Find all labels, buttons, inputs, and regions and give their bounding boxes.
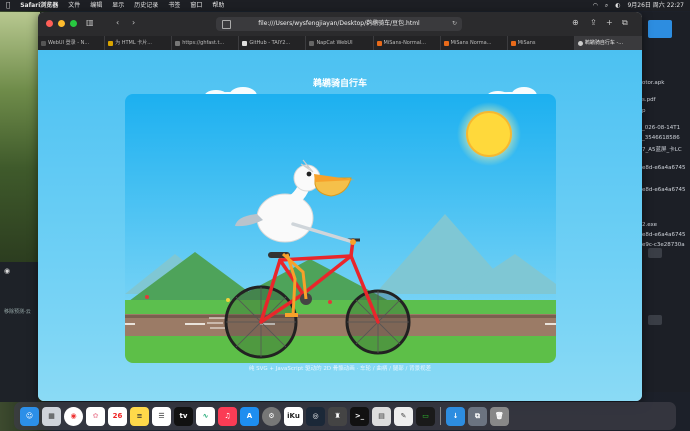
reminders-icon[interactable]: ☰ xyxy=(152,406,171,426)
finder-file-list: otor.apk s.pdf p _026-08-14T1 _354661858… xyxy=(642,12,690,392)
file-item[interactable]: otor.apk xyxy=(642,80,664,86)
menu-bookmarks[interactable]: 书签 xyxy=(168,0,180,11)
chrome-icon[interactable]: ◉ xyxy=(64,406,83,426)
file-item[interactable]: _3546618586 xyxy=(642,135,680,141)
pelican-bike-scene xyxy=(125,94,556,363)
zoom-button[interactable] xyxy=(70,20,77,27)
sun-icon xyxy=(466,111,512,157)
control-center-icon[interactable]: ◐ xyxy=(615,0,620,11)
trash-icon[interactable] xyxy=(648,315,662,325)
file-item[interactable]: e8d-e6a4a6745 xyxy=(642,232,685,238)
app-store-icon[interactable]: A xyxy=(240,406,259,426)
settings-icon[interactable]: ⚙ xyxy=(262,406,281,426)
disk-utility-icon[interactable]: ▤ xyxy=(372,406,391,426)
file-item[interactable]: e8d-e6a4a6745 xyxy=(642,187,685,193)
menu-edit[interactable]: 编辑 xyxy=(90,0,102,11)
tab-overview-icon[interactable]: ⧉ xyxy=(622,17,628,29)
wifi-icon[interactable]: ◠ xyxy=(593,0,598,11)
reload-icon[interactable]: ↻ xyxy=(452,17,457,31)
finder-icon[interactable]: ☺ xyxy=(20,406,39,426)
tab[interactable]: WebUI 登录 - N... xyxy=(38,36,106,50)
script-editor-icon[interactable]: ✎ xyxy=(394,406,413,426)
freeform-icon[interactable]: ∿ xyxy=(196,406,215,426)
file-item[interactable]: 2.exe xyxy=(642,222,657,228)
folder-icon[interactable] xyxy=(648,20,672,38)
menu-history[interactable]: 历史记录 xyxy=(134,0,158,11)
steam-icon[interactable]: ◎ xyxy=(306,406,325,426)
tab[interactable]: https://ghfast.t... xyxy=(172,36,240,50)
tab-bar: WebUI 登录 - N... 为 HTML 卡片... https://ghf… xyxy=(38,36,642,50)
tab[interactable]: MiSans xyxy=(508,36,575,50)
notes-icon[interactable]: ≡ xyxy=(130,406,149,426)
iku-icon[interactable]: iKu xyxy=(284,406,303,426)
sidebar-icon[interactable]: ▥ xyxy=(86,17,94,29)
page-caption: 纯 SVG + JavaScript 驱动的 2D 骨骼动画 · 车轮 / 曲柄… xyxy=(248,366,432,372)
menu-help[interactable]: 帮助 xyxy=(212,0,224,11)
page-content: 鹈鹕骑自行车 纯 SVG + JavaScript 驱动的 2D 骨骼动画 · … xyxy=(38,50,642,401)
calendar-icon[interactable]: 26 xyxy=(108,406,127,426)
url-text: file:///Users/wysfengjiayan/Desktop/鹈鹕骑车… xyxy=(258,20,420,27)
terminal-icon[interactable]: >_ xyxy=(350,406,369,426)
tab[interactable]: MiSans-Normal... xyxy=(374,36,441,50)
file-item[interactable]: _026-08-14T1 xyxy=(642,125,680,131)
launchpad-icon[interactable]: ▦ xyxy=(42,406,61,426)
background-app-panel: ◉ 移除预测-云 xyxy=(0,262,38,402)
browser-toolbar: ▥ ‹ › file:///Users/wysfengjiayan/Deskto… xyxy=(38,12,642,36)
tab[interactable]: 为 HTML 卡片... xyxy=(105,36,173,50)
wing-tip xyxy=(350,239,356,245)
minimize-button[interactable] xyxy=(58,20,65,27)
forward-icon[interactable]: › xyxy=(132,17,135,29)
menu-file[interactable]: 文件 xyxy=(68,0,80,11)
search-icon[interactable]: ⌕ xyxy=(605,0,608,11)
download-icon[interactable]: ⊕ xyxy=(572,17,579,29)
apple-tv-icon[interactable]: tv xyxy=(174,406,193,426)
music-icon[interactable]: ♫ xyxy=(218,406,237,426)
foot xyxy=(285,313,298,317)
pelican-body xyxy=(256,193,314,243)
grass-front xyxy=(125,336,556,363)
file-item[interactable]: e8d-e6a4a6745 xyxy=(642,165,685,171)
close-button[interactable] xyxy=(46,20,53,27)
stack-icon[interactable]: ⧉ xyxy=(468,406,487,426)
apple-icon[interactable]:  xyxy=(6,0,10,11)
animation-stage xyxy=(125,94,556,363)
tab-active[interactable]: 鹈鹕骑自行车 -... xyxy=(574,36,642,50)
file-item[interactable]: 7_A5蓝屏_卡LC xyxy=(642,145,682,153)
page-icon xyxy=(222,20,231,29)
pelican-eye xyxy=(306,171,312,177)
photos-icon[interactable]: ✿ xyxy=(86,406,105,426)
share-icon[interactable]: ⇪ xyxy=(590,17,597,29)
safari-window: ▥ ‹ › file:///Users/wysfengjiayan/Deskto… xyxy=(38,12,642,401)
file-item[interactable]: s.pdf xyxy=(642,97,656,103)
file-item[interactable]: p xyxy=(642,108,646,114)
tab[interactable]: MiSans Norma... xyxy=(441,36,508,50)
wallpaper-forest xyxy=(0,12,40,272)
leftpanel-item[interactable]: 移除预测-云 xyxy=(4,308,31,315)
page-title: 鹈鹕骑自行车 xyxy=(312,79,367,89)
downloads-icon[interactable]: ↓ xyxy=(446,406,465,426)
back-icon[interactable]: ‹ xyxy=(116,17,119,29)
trash-icon[interactable]: 🗑 xyxy=(490,406,509,426)
dock: ☺ ▦ ◉ ✿ 26 ≡ ☰ tv ∿ ♫ A ⚙ iKu ◎ ♜ >_ ▤ ✎… xyxy=(14,402,676,430)
menu-window[interactable]: 窗口 xyxy=(190,0,202,11)
game-icon[interactable]: ♜ xyxy=(328,406,347,426)
dock-separator xyxy=(440,407,441,425)
menu-bar:  Safari浏览器 文件 编辑 显示 历史记录 书签 窗口 帮助 ◠ ⌕ ◐… xyxy=(0,0,690,11)
menu-view[interactable]: 显示 xyxy=(112,0,124,11)
menu-app-name[interactable]: Safari浏览器 xyxy=(20,0,58,11)
trash-icon[interactable] xyxy=(648,248,662,258)
github-icon[interactable]: ◉ xyxy=(4,267,10,275)
menu-clock[interactable]: 9月26日 周六 22:27 xyxy=(627,0,684,11)
activity-monitor-icon[interactable]: ▭ xyxy=(416,406,435,426)
tab[interactable]: NapCat WebUI xyxy=(306,36,374,50)
file-item[interactable]: e9c-c3e28730a xyxy=(642,242,685,248)
tab[interactable]: GitHub - TAIY2... xyxy=(239,36,307,50)
new-tab-icon[interactable]: + xyxy=(606,17,613,29)
address-bar[interactable]: file:///Users/wysfengjiayan/Desktop/鹈鹕骑车… xyxy=(216,17,462,31)
